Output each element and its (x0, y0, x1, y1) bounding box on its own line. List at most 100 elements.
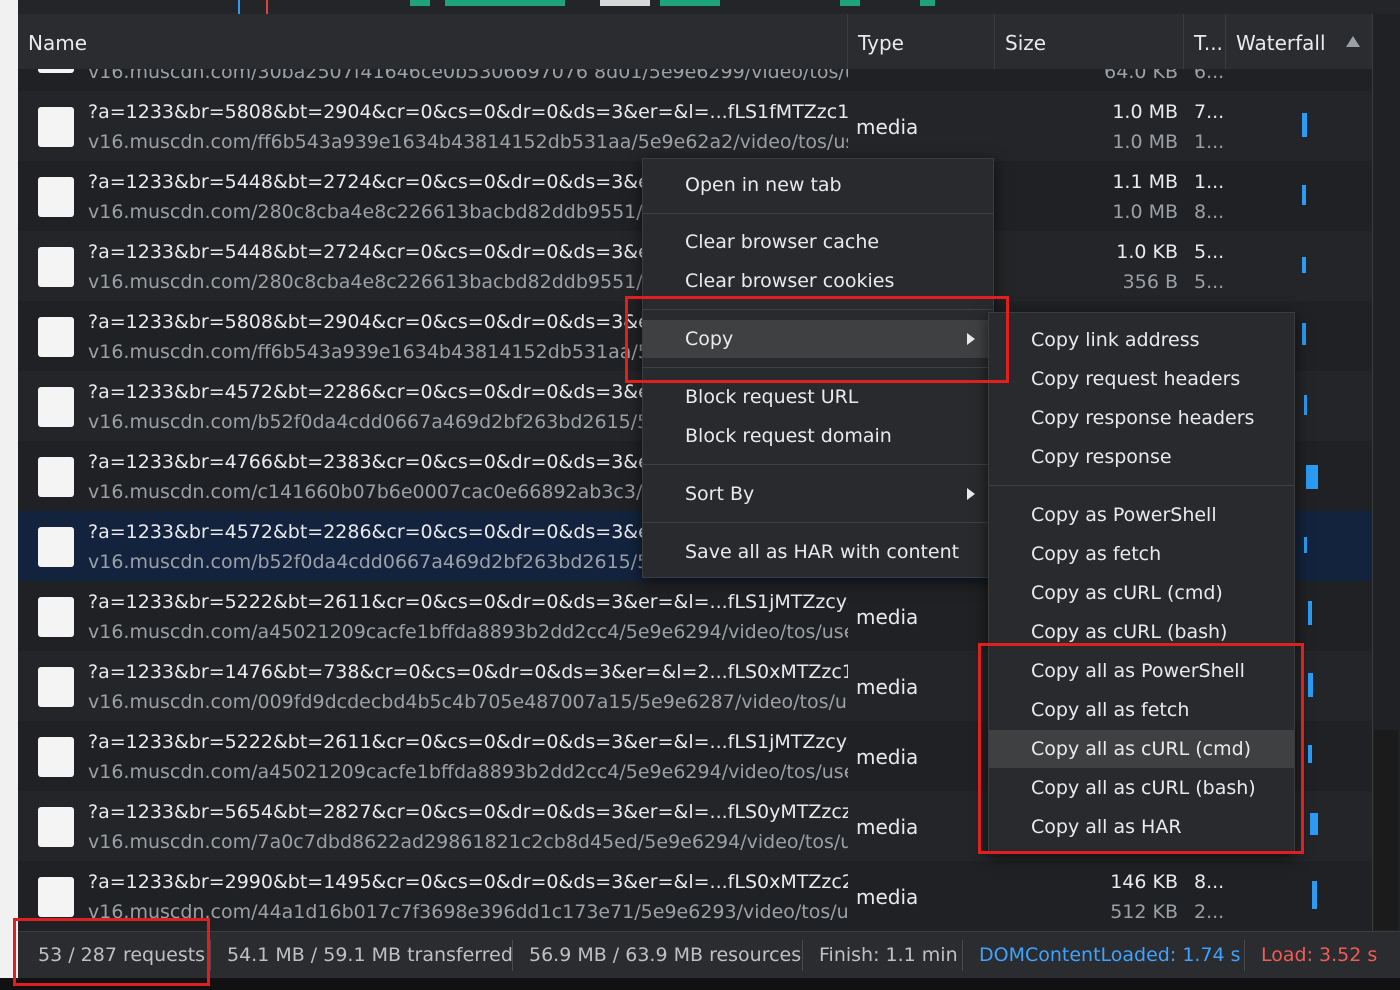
status-bar: 53 / 287 requests 54.1 MB / 59.1 MB tran… (18, 931, 1400, 979)
waterfall-bar (1310, 813, 1318, 835)
overview-marker (920, 0, 935, 6)
menu-item-copy-response[interactable]: Copy response (989, 438, 1294, 476)
column-header-size[interactable]: Size (995, 14, 1184, 69)
table-row[interactable]: ?a=1233&br=2990&bt=1495&cr=0&cs=0&dr=0&d… (18, 861, 1372, 931)
menu-item-copy-link-address[interactable]: Copy link address (989, 321, 1294, 359)
menu-item-sort-by-label: Sort By (685, 483, 755, 505)
waterfall-bar (1308, 673, 1313, 697)
vertical-scrollbar-thumb[interactable] (1374, 730, 1398, 930)
request-url: v16.muscdn.com/ff6b543a939e1634b43814152… (88, 131, 848, 153)
column-header-time[interactable]: T... (1184, 14, 1226, 69)
waterfall-bar (1302, 185, 1306, 205)
media-thumbnail-icon (38, 807, 74, 847)
media-thumbnail-icon (38, 457, 74, 497)
load-time: Load: 3.52 s (1261, 944, 1378, 966)
waterfall-bar (1304, 537, 1307, 553)
table-row[interactable]: v16.muscdn.com/30ba2507f41646ce0b5306697… (18, 69, 1372, 91)
menu-item-copy-as-curl-cmd[interactable]: Copy as cURL (cmd) (989, 574, 1294, 612)
waterfall-bar (1302, 257, 1306, 273)
media-thumbnail-icon (38, 597, 74, 637)
media-thumbnail-icon (38, 107, 74, 147)
left-window-edge (0, 0, 18, 990)
column-header-waterfall[interactable]: Waterfall (1226, 14, 1372, 69)
menu-item-sort-by[interactable]: Sort By (643, 475, 993, 513)
menu-separator (643, 464, 993, 465)
request-type: media (856, 115, 919, 139)
menu-item-block-request-domain[interactable]: Block request domain (643, 417, 993, 455)
highlight-box-copy (625, 296, 1009, 383)
request-name: ?a=1233&br=5222&bt=2611&cr=0&cs=0&dr=0&d… (88, 591, 848, 613)
menu-item-copy-request-headers[interactable]: Copy request headers (989, 360, 1294, 398)
waterfall-bar (1308, 745, 1312, 763)
column-header-type[interactable]: Type (848, 14, 995, 69)
column-header-name[interactable]: Name (18, 14, 848, 69)
request-type: media (856, 815, 919, 839)
request-time: 1... (1194, 171, 1224, 193)
highlight-box-copy-all (978, 643, 1304, 854)
waterfall-bar (1306, 465, 1318, 489)
menu-item-block-request-url[interactable]: Block request URL (643, 378, 993, 416)
overview-marker (445, 0, 565, 6)
menu-item-clear-browser-cache[interactable]: Clear browser cache (643, 223, 993, 261)
media-thumbnail-icon (38, 527, 74, 567)
table-row[interactable]: ?a=1233&br=5808&bt=2904&cr=0&cs=0&dr=0&d… (18, 91, 1372, 161)
window-bottom-edge (0, 978, 1400, 990)
media-thumbnail-icon (38, 177, 74, 217)
request-time: 7... (1194, 101, 1224, 123)
domcontentloaded-time: DOMContentLoaded: 1.74 s (979, 944, 1241, 966)
request-url: v16.muscdn.com/30ba2507f41646ce0b5306697… (88, 69, 848, 83)
status-separator (962, 940, 963, 971)
highlight-box-requests (13, 918, 210, 986)
request-latency: 5... (1194, 271, 1224, 293)
media-thumbnail-icon (38, 877, 74, 917)
overview-marker (600, 0, 650, 6)
request-transfer-size: 146 KB (1110, 871, 1178, 893)
waterfall-bar (1312, 881, 1317, 909)
request-url: v16.muscdn.com/7a0c7dbd8622ad29861821c2c… (88, 831, 848, 853)
network-overview-strip[interactable] (0, 0, 1400, 15)
menu-item-copy-as-fetch[interactable]: Copy as fetch (989, 535, 1294, 573)
request-name: ?a=1233&br=5808&bt=2904&cr=0&cs=0&dr=0&d… (88, 101, 848, 123)
status-separator (512, 940, 513, 971)
waterfall-bar (1302, 323, 1306, 345)
finish-time: Finish: 1.1 min (819, 944, 958, 966)
sort-ascending-icon (1346, 36, 1360, 47)
request-transfer-size: 1.0 MB (1112, 101, 1178, 123)
media-thumbnail-icon (38, 69, 74, 73)
request-type: media (856, 605, 919, 629)
menu-item-copy-response-headers[interactable]: Copy response headers (989, 399, 1294, 437)
menu-item-open-in-new-tab[interactable]: Open in new tab (643, 166, 993, 204)
request-latency: 2... (1194, 901, 1224, 923)
request-name: ?a=1233&br=1476&bt=738&cr=0&cs=0&dr=0&ds… (88, 661, 848, 683)
request-name: ?a=1233&br=5654&bt=2827&cr=0&cs=0&dr=0&d… (88, 801, 848, 823)
submenu-arrow-icon (967, 488, 975, 500)
menu-separator (643, 213, 993, 214)
status-separator (802, 940, 803, 971)
overview-marker (410, 0, 430, 6)
request-resource-size: 512 KB (1110, 901, 1178, 923)
media-thumbnail-icon (38, 317, 74, 357)
waterfall-bar (1302, 113, 1307, 137)
request-type: media (856, 885, 919, 909)
request-latency: 1... (1194, 131, 1224, 153)
menu-separator (989, 485, 1294, 486)
media-thumbnail-icon (38, 667, 74, 707)
menu-item-clear-browser-cookies[interactable]: Clear browser cookies (643, 262, 993, 300)
menu-item-copy-as-powershell[interactable]: Copy as PowerShell (989, 496, 1294, 534)
table-header: Name Type Size T... Waterfall (18, 14, 1372, 70)
transferred-size: 54.1 MB / 59.1 MB transferred (227, 944, 513, 966)
request-name: ?a=1233&br=5222&bt=2611&cr=0&cs=0&dr=0&d… (88, 731, 848, 753)
menu-separator (643, 522, 993, 523)
menu-item-save-all-as-har[interactable]: Save all as HAR with content (643, 533, 993, 571)
resources-size: 56.9 MB / 63.9 MB resources (529, 944, 802, 966)
request-url: v16.muscdn.com/a45021209cacfe1bffda8893b… (88, 621, 848, 643)
media-thumbnail-icon (38, 247, 74, 287)
waterfall-bar (1304, 395, 1307, 415)
request-latency: 8... (1194, 201, 1224, 223)
waterfall-bar (1308, 601, 1312, 625)
overview-marker (266, 0, 268, 14)
request-time: 5... (1194, 241, 1224, 263)
request-url: v16.muscdn.com/009fd9dcdecbd4b5c4b705e48… (88, 691, 848, 713)
request-latency: 6... (1194, 69, 1224, 83)
status-separator (210, 940, 211, 971)
